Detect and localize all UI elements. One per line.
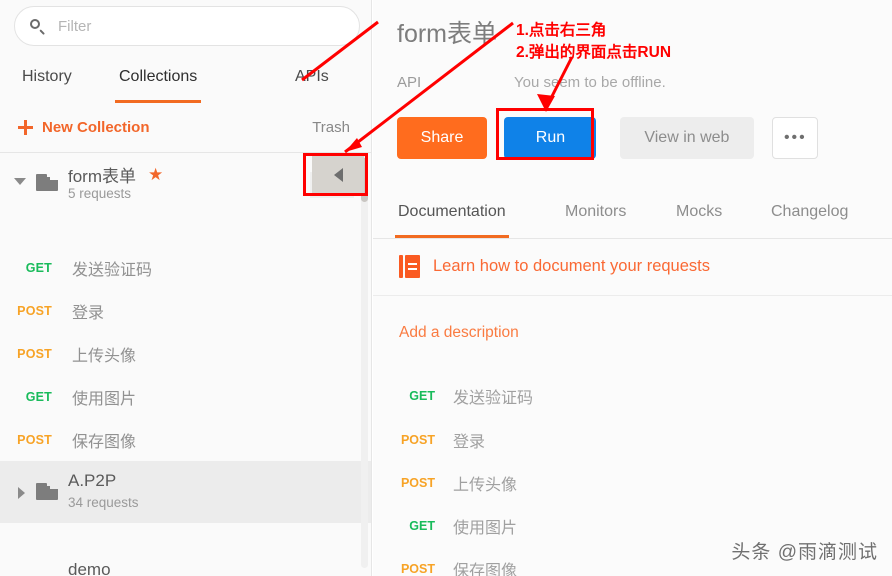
watermark: 头条 @雨滴测试 xyxy=(731,537,878,564)
postman-collection-screen: History Collections APIs New Collection … xyxy=(0,0,892,576)
collection-row-demo[interactable]: demo xyxy=(0,552,372,576)
annotation-step-2: 2.弹出的界面点击RUN xyxy=(516,40,671,62)
request-method: GET xyxy=(0,261,52,275)
collection-name: A.P2P xyxy=(68,471,116,491)
tab-apis[interactable]: APIs xyxy=(291,50,333,103)
learn-documentation-link[interactable]: Learn how to document your requests xyxy=(433,257,710,276)
tab-mocks[interactable]: Mocks xyxy=(673,185,725,238)
tab-monitors[interactable]: Monitors xyxy=(562,185,629,238)
filter-search-box[interactable] xyxy=(14,6,360,46)
collection-request-count: 34 requests xyxy=(68,495,139,510)
request-method: POST xyxy=(373,433,435,447)
request-row[interactable]: GET 使用图片 xyxy=(0,378,372,415)
collection-name: demo xyxy=(68,560,111,576)
folder-icon xyxy=(36,174,58,191)
share-button[interactable]: Share xyxy=(397,117,487,159)
learn-documentation-row: Learn how to document your requests xyxy=(373,238,892,296)
run-button[interactable]: Run xyxy=(504,117,596,159)
request-row[interactable]: GET 发送验证码 xyxy=(0,249,372,286)
request-name: 保存图像 xyxy=(72,428,136,452)
triangle-left-icon xyxy=(334,168,343,182)
sidebar: History Collections APIs New Collection … xyxy=(0,0,372,576)
tab-changelog[interactable]: Changelog xyxy=(768,185,851,238)
sidebar-tabs: History Collections APIs xyxy=(0,50,372,104)
search-input[interactable] xyxy=(58,18,328,35)
request-method: POST xyxy=(0,347,52,361)
request-method: POST xyxy=(0,304,52,318)
collection-request-count: 5 requests xyxy=(68,186,131,201)
collection-row-ap2p[interactable]: A.P2P 34 requests xyxy=(0,461,372,523)
action-button-row: Share Run View in web ••• xyxy=(397,117,818,159)
page-title: form表单 xyxy=(397,14,497,50)
filter-search-container xyxy=(14,6,360,46)
add-description-link[interactable]: Add a description xyxy=(399,324,519,342)
request-method: GET xyxy=(373,389,435,403)
trash-button[interactable]: Trash xyxy=(312,103,350,152)
chevron-down-icon[interactable] xyxy=(14,178,26,185)
request-method: GET xyxy=(0,390,52,404)
collection-name: form表单 ★ xyxy=(68,162,163,187)
request-method: GET xyxy=(373,519,435,533)
request-name: 上传头像 xyxy=(72,342,136,366)
main-panel: form表单 API You seem to be offline. Share… xyxy=(373,0,892,576)
chevron-right-icon[interactable] xyxy=(18,487,25,499)
annotation-step-1: 1.点击右三角 xyxy=(516,18,606,40)
new-collection-button[interactable]: New Collection xyxy=(18,103,150,152)
offline-status-text: You seem to be offline. xyxy=(514,74,666,91)
book-icon xyxy=(399,255,420,278)
tab-collections[interactable]: Collections xyxy=(115,50,201,103)
request-name: 上传头像 xyxy=(453,471,517,495)
request-row[interactable]: POST 保存图像 xyxy=(0,421,372,458)
main-tabs: Documentation Monitors Mocks Changelog xyxy=(373,185,892,239)
request-name: 发送验证码 xyxy=(72,256,152,280)
star-icon[interactable]: ★ xyxy=(148,166,163,183)
request-row[interactable]: POST 登录 xyxy=(0,292,372,329)
sidebar-scrollbar-track xyxy=(361,156,368,568)
search-icon xyxy=(29,18,46,35)
doc-request-row[interactable]: POST 登录 xyxy=(373,421,892,459)
request-method: POST xyxy=(373,476,435,490)
request-method: POST xyxy=(0,433,52,447)
doc-request-row[interactable]: POST 上传头像 xyxy=(373,464,892,502)
request-name: 使用图片 xyxy=(72,385,136,409)
request-name: 保存图像 xyxy=(453,557,517,576)
new-collection-label: New Collection xyxy=(42,119,150,136)
request-name: 登录 xyxy=(72,299,104,323)
request-name: 使用图片 xyxy=(453,514,517,538)
request-name: 发送验证码 xyxy=(453,384,533,408)
collection-toolbar: New Collection Trash xyxy=(0,103,372,153)
tab-documentation[interactable]: Documentation xyxy=(395,185,509,238)
request-row[interactable]: POST 上传头像 xyxy=(0,335,372,372)
request-name: 登录 xyxy=(453,428,485,452)
view-in-web-button[interactable]: View in web xyxy=(620,117,754,159)
sidebar-collapse-button[interactable] xyxy=(312,156,364,194)
plus-icon xyxy=(18,120,33,135)
request-method: POST xyxy=(373,562,435,576)
tab-history[interactable]: History xyxy=(18,50,76,103)
more-options-button[interactable]: ••• xyxy=(772,117,818,159)
folder-icon xyxy=(36,483,58,500)
api-label: API xyxy=(397,74,421,91)
doc-request-row[interactable]: GET 发送验证码 xyxy=(373,377,892,415)
